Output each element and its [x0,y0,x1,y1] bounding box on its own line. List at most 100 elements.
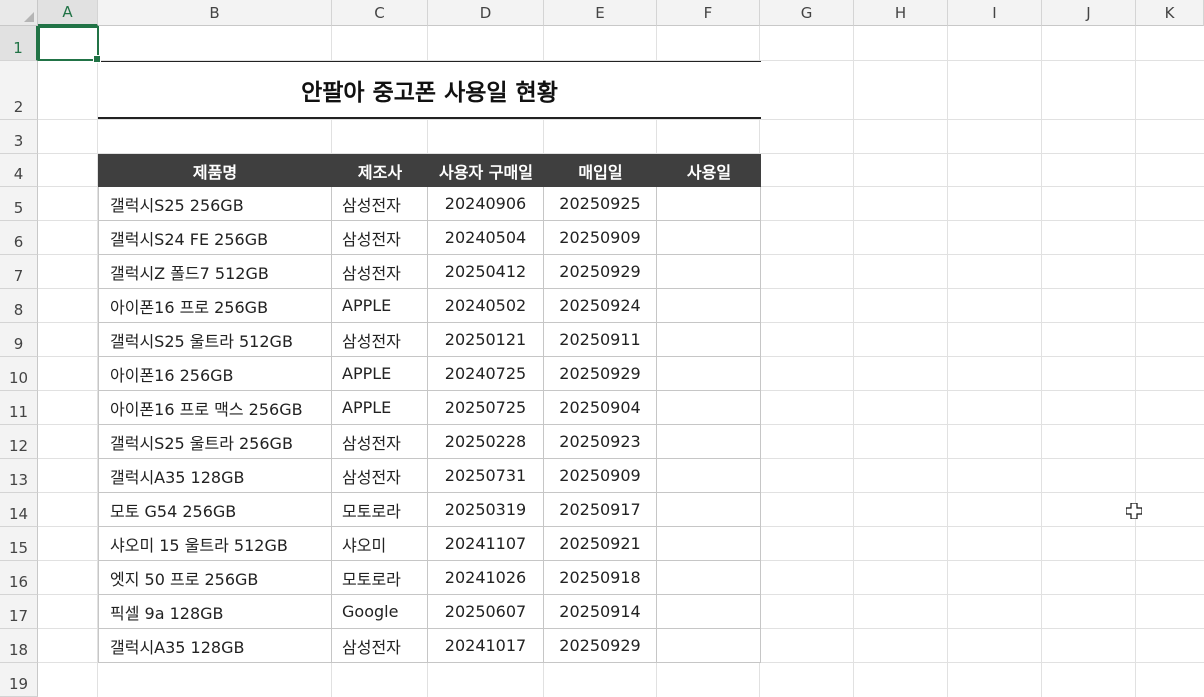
days-used-cell[interactable] [657,357,761,391]
column-header-e[interactable]: E [544,0,657,26]
product-name-cell[interactable]: 갤럭시Z 폴드7 512GB [98,255,332,289]
fill-handle[interactable] [93,55,101,63]
days-used-cell[interactable] [657,323,761,357]
sheet-title[interactable]: 안팔아 중고폰 사용일 현황 [98,61,761,119]
header-days-used[interactable]: 사용일 [657,154,761,187]
column-header-c[interactable]: C [332,0,428,26]
buyback-date-cell[interactable]: 20250911 [544,323,657,357]
column-header-d[interactable]: D [428,0,544,26]
purchase-date-cell[interactable]: 20240906 [428,187,544,221]
select-all-button[interactable] [0,0,38,26]
buyback-date-cell[interactable]: 20250904 [544,391,657,425]
column-header-a[interactable]: A [38,0,98,26]
row-header-1[interactable]: 1 [0,26,38,61]
purchase-date-cell[interactable]: 20240725 [428,357,544,391]
product-name-cell[interactable]: 아이폰16 256GB [98,357,332,391]
header-manufacturer[interactable]: 제조사 [332,154,428,187]
manufacturer-cell[interactable]: 삼성전자 [332,323,428,357]
days-used-cell[interactable] [657,629,761,663]
column-header-i[interactable]: I [948,0,1042,26]
buyback-date-cell[interactable]: 20250929 [544,629,657,663]
row-header-17[interactable]: 17 [0,595,38,629]
row-header-2[interactable]: 2 [0,61,38,120]
manufacturer-cell[interactable]: APPLE [332,391,428,425]
manufacturer-cell[interactable]: 모토로라 [332,561,428,595]
row-header-14[interactable]: 14 [0,493,38,527]
buyback-date-cell[interactable]: 20250924 [544,289,657,323]
product-name-cell[interactable]: 갤럭시S25 256GB [98,187,332,221]
purchase-date-cell[interactable]: 20241107 [428,527,544,561]
purchase-date-cell[interactable]: 20250607 [428,595,544,629]
days-used-cell[interactable] [657,187,761,221]
product-name-cell[interactable]: 갤럭시S25 울트라 512GB [98,323,332,357]
days-used-cell[interactable] [657,255,761,289]
row-header-11[interactable]: 11 [0,391,38,425]
days-used-cell[interactable] [657,493,761,527]
row-header-18[interactable]: 18 [0,629,38,663]
row-header-15[interactable]: 15 [0,527,38,561]
row-header-19[interactable]: 19 [0,663,38,697]
row-header-16[interactable]: 16 [0,561,38,595]
buyback-date-cell[interactable]: 20250914 [544,595,657,629]
row-header-8[interactable]: 8 [0,289,38,323]
product-name-cell[interactable]: 아이폰16 프로 맥스 256GB [98,391,332,425]
product-name-cell[interactable]: 갤럭시S25 울트라 256GB [98,425,332,459]
product-name-cell[interactable]: 샤오미 15 울트라 512GB [98,527,332,561]
manufacturer-cell[interactable]: 삼성전자 [332,221,428,255]
product-name-cell[interactable]: 픽셀 9a 128GB [98,595,332,629]
days-used-cell[interactable] [657,595,761,629]
row-header-13[interactable]: 13 [0,459,38,493]
product-name-cell[interactable]: 갤럭시A35 128GB [98,459,332,493]
row-header-9[interactable]: 9 [0,323,38,357]
days-used-cell[interactable] [657,527,761,561]
purchase-date-cell[interactable]: 20241017 [428,629,544,663]
manufacturer-cell[interactable]: 삼성전자 [332,255,428,289]
active-cell-a1[interactable] [38,26,101,63]
row-header-4[interactable]: 4 [0,154,38,187]
purchase-date-cell[interactable]: 20240504 [428,221,544,255]
column-header-g[interactable]: G [760,0,854,26]
row-header-5[interactable]: 5 [0,187,38,221]
purchase-date-cell[interactable]: 20250228 [428,425,544,459]
days-used-cell[interactable] [657,391,761,425]
product-name-cell[interactable]: 갤럭시S24 FE 256GB [98,221,332,255]
purchase-date-cell[interactable]: 20250319 [428,493,544,527]
header-purchase-date[interactable]: 사용자 구매일 [428,154,544,187]
manufacturer-cell[interactable]: 삼성전자 [332,629,428,663]
row-header-7[interactable]: 7 [0,255,38,289]
purchase-date-cell[interactable]: 20250725 [428,391,544,425]
manufacturer-cell[interactable]: 모토로라 [332,493,428,527]
days-used-cell[interactable] [657,459,761,493]
column-header-f[interactable]: F [657,0,760,26]
product-name-cell[interactable]: 모토 G54 256GB [98,493,332,527]
days-used-cell[interactable] [657,561,761,595]
manufacturer-cell[interactable]: APPLE [332,357,428,391]
purchase-date-cell[interactable]: 20240502 [428,289,544,323]
manufacturer-cell[interactable]: Google [332,595,428,629]
manufacturer-cell[interactable]: 샤오미 [332,527,428,561]
manufacturer-cell[interactable]: 삼성전자 [332,425,428,459]
days-used-cell[interactable] [657,425,761,459]
header-product-name[interactable]: 제품명 [98,154,332,187]
buyback-date-cell[interactable]: 20250929 [544,255,657,289]
buyback-date-cell[interactable]: 20250918 [544,561,657,595]
buyback-date-cell[interactable]: 20250923 [544,425,657,459]
row-header-3[interactable]: 3 [0,120,38,154]
days-used-cell[interactable] [657,289,761,323]
manufacturer-cell[interactable]: APPLE [332,289,428,323]
days-used-cell[interactable] [657,221,761,255]
purchase-date-cell[interactable]: 20250731 [428,459,544,493]
row-header-6[interactable]: 6 [0,221,38,255]
purchase-date-cell[interactable]: 20250412 [428,255,544,289]
buyback-date-cell[interactable]: 20250921 [544,527,657,561]
header-buyback-date[interactable]: 매입일 [544,154,657,187]
column-header-b[interactable]: B [98,0,332,26]
column-header-k[interactable]: K [1136,0,1204,26]
row-header-12[interactable]: 12 [0,425,38,459]
purchase-date-cell[interactable]: 20241026 [428,561,544,595]
buyback-date-cell[interactable]: 20250909 [544,221,657,255]
buyback-date-cell[interactable]: 20250929 [544,357,657,391]
manufacturer-cell[interactable]: 삼성전자 [332,459,428,493]
product-name-cell[interactable]: 갤럭시A35 128GB [98,629,332,663]
spreadsheet-grid[interactable]: ABCDEFGHIJK 1 2 3 4 5 6 7 8 9 10 11 12 13 14 15 16 17 18 1… [0,0,1204,697]
